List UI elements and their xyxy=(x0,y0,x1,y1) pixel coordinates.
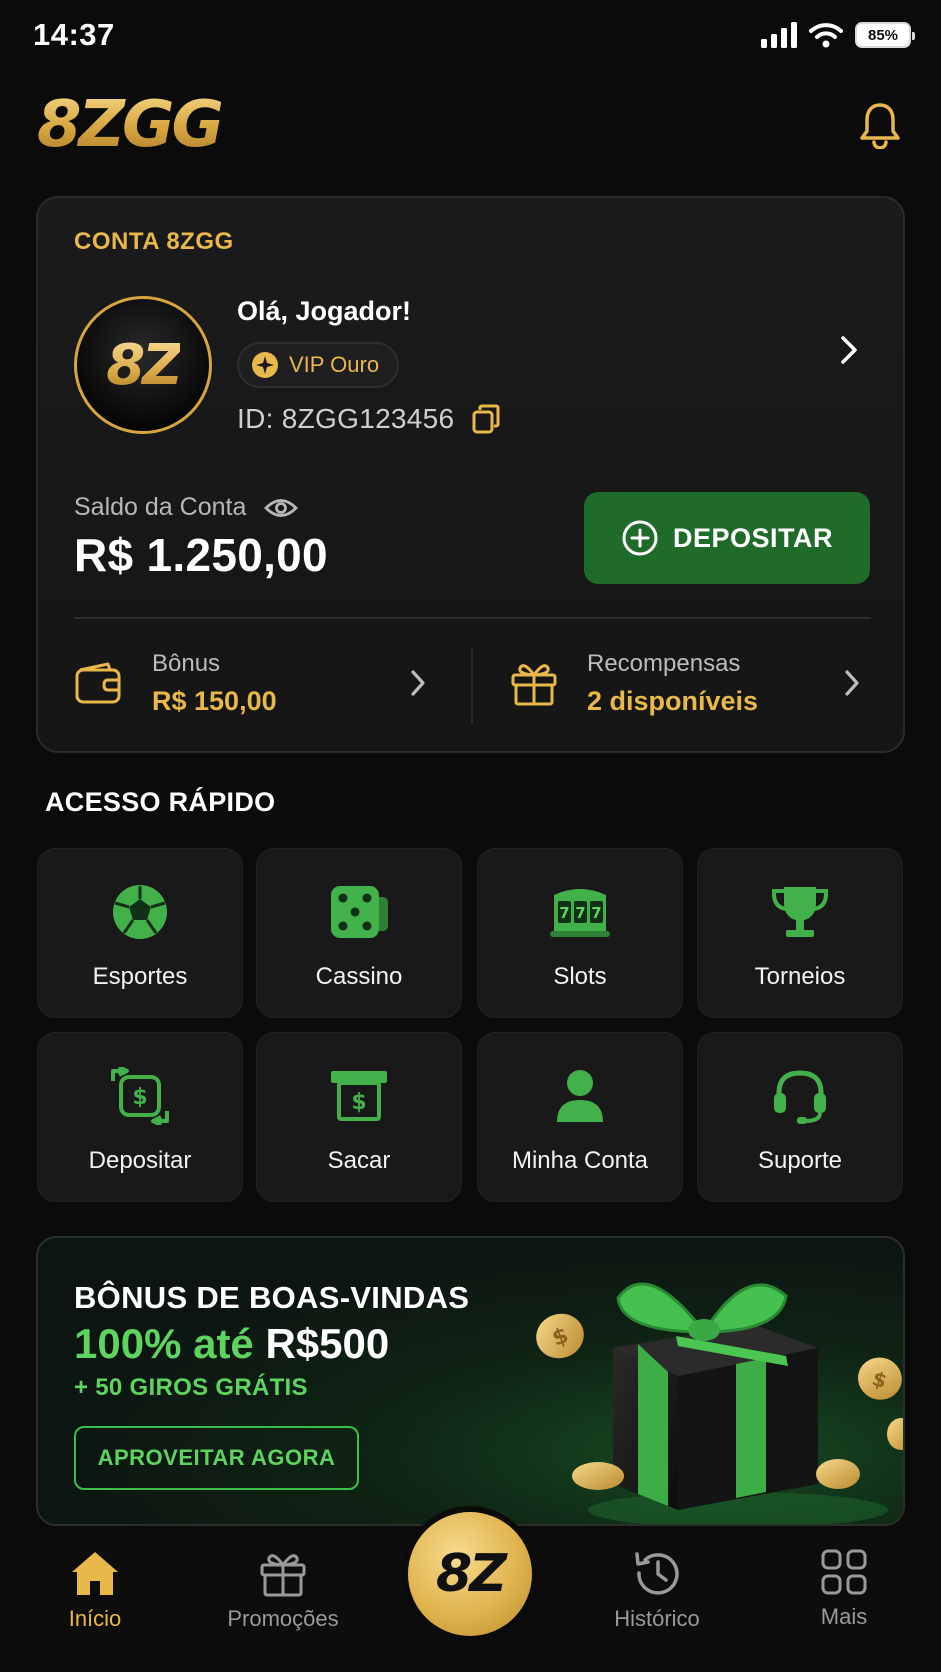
signal-icon xyxy=(761,22,797,48)
welcome-bonus-banner[interactable]: BÔNUS DE BOAS-VINDAS 100% até R$500 + 50… xyxy=(36,1236,905,1526)
svg-text:$: $ xyxy=(132,1085,147,1110)
nav-historico[interactable]: Histórico xyxy=(582,1548,732,1632)
status-bar: 14:37 85% xyxy=(0,0,941,70)
slot-machine-icon: 7 7 7 xyxy=(550,889,610,937)
dice-icon xyxy=(331,886,388,938)
quick-tile-label: Minha Conta xyxy=(511,1147,649,1174)
nav-promocoes-label: Promoções xyxy=(227,1606,339,1631)
user-id: ID: 8ZGG123456 xyxy=(237,403,455,434)
soccer-ball-icon xyxy=(113,885,167,939)
promo-amount: 100% até R$500 xyxy=(74,1320,389,1368)
history-icon xyxy=(635,1552,679,1595)
account-card: CONTA 8ZGG 8Z Olá, Jogador! VIP Ouro ID:… xyxy=(36,196,905,753)
quick-tile-esportes[interactable]: Esportes xyxy=(37,848,243,1018)
nav-inicio[interactable]: Início xyxy=(20,1548,170,1632)
nav-promocoes[interactable]: Promoções xyxy=(208,1548,358,1632)
battery-level: 85% xyxy=(867,26,899,44)
balance-value: R$ 1.250,00 xyxy=(74,529,328,581)
bonus-value: R$ 150,00 xyxy=(152,685,277,716)
promo-amount-green: 100% até xyxy=(74,1320,254,1367)
balance-label-row: Saldo da Conta xyxy=(74,493,299,522)
status-icons: 85% xyxy=(761,22,915,48)
svg-text:7: 7 xyxy=(559,904,569,922)
quick-tile-label: Cassino xyxy=(315,963,403,990)
deposit-button[interactable]: DEPOSITAR xyxy=(584,492,870,584)
deposit-button-label: DEPOSITAR xyxy=(672,522,833,553)
rewards-title: Recompensas xyxy=(587,649,741,677)
gift-box-illustration: $ $ xyxy=(536,1282,903,1524)
bonus-row[interactable]: Bônus R$ 150,00 xyxy=(74,633,437,733)
headset-icon xyxy=(774,1070,826,1124)
quick-tile-slots[interactable]: 7 7 7 Slots xyxy=(477,848,683,1018)
wifi-icon xyxy=(809,23,843,48)
nav-center-label: 8Z xyxy=(436,1544,507,1604)
rewards-chevron-icon xyxy=(845,670,859,696)
app-header: 8ZGG xyxy=(0,80,941,170)
avatar-text: 8Z xyxy=(106,332,183,398)
atm-withdraw-icon: $ xyxy=(331,1071,387,1121)
wallet-icon xyxy=(75,662,121,704)
rewards-row[interactable]: Recompensas 2 disponíveis xyxy=(509,633,871,733)
gift-icon xyxy=(260,1554,306,1597)
status-time: 14:37 xyxy=(33,17,115,52)
greeting: Olá, Jogador! xyxy=(237,296,412,326)
trophy-icon xyxy=(771,887,829,937)
brand-logo[interactable]: 8ZGG xyxy=(37,88,224,162)
svg-text:7: 7 xyxy=(575,904,585,922)
promo-spins: + 50 GIROS GRÁTIS xyxy=(74,1374,308,1401)
eye-icon[interactable] xyxy=(264,497,299,519)
claim-bonus-button[interactable]: APROVEITAR AGORA xyxy=(74,1426,359,1490)
vip-star-icon xyxy=(252,352,278,378)
quick-tile-sacar[interactable]: $ Sacar xyxy=(256,1032,462,1202)
deposit-exchange-icon: $ xyxy=(111,1067,169,1125)
quick-tile-label: Torneios xyxy=(754,963,846,990)
nav-mais[interactable]: Mais xyxy=(769,1548,919,1630)
bell-icon[interactable] xyxy=(859,101,901,149)
promo-amount-white: R$500 xyxy=(265,1320,390,1367)
nav-mais-label: Mais xyxy=(820,1604,868,1629)
quick-tile-cassino[interactable]: Cassino xyxy=(256,848,462,1018)
copy-icon[interactable] xyxy=(472,404,500,434)
quick-tile-label: Sacar xyxy=(327,1147,391,1174)
balance-label: Saldo da Conta xyxy=(74,493,247,521)
claim-bonus-button-label: APROVEITAR AGORA xyxy=(97,1445,336,1470)
quick-tile-label: Suporte xyxy=(757,1147,843,1174)
quick-tile-label: Depositar xyxy=(88,1147,192,1174)
quick-access-title: ACESSO RÁPIDO xyxy=(45,787,276,817)
quick-tile-label: Esportes xyxy=(92,963,188,990)
vip-badge[interactable]: VIP Ouro xyxy=(237,342,400,388)
bottom-nav: Início Promoções 8Z Histórico Mais xyxy=(0,1512,941,1672)
svg-text:$: $ xyxy=(351,1090,366,1115)
gift-icon xyxy=(511,664,557,706)
card-divider xyxy=(74,617,871,619)
user-icon xyxy=(557,1070,603,1122)
nav-historico-label: Histórico xyxy=(614,1606,700,1631)
quick-tile-suporte[interactable]: Suporte xyxy=(697,1032,903,1202)
svg-text:7: 7 xyxy=(591,904,601,922)
quick-tile-depositar[interactable]: $ Depositar xyxy=(37,1032,243,1202)
quick-tile-label: Slots xyxy=(553,963,607,990)
rewards-value: 2 disponíveis xyxy=(587,685,759,716)
quick-tile-minha-conta[interactable]: Minha Conta xyxy=(477,1032,683,1202)
bonus-chevron-icon xyxy=(411,670,425,696)
grid-icon xyxy=(821,1549,867,1595)
promo-title: BÔNUS DE BOAS-VINDAS xyxy=(74,1280,470,1315)
bonus-title: Bônus xyxy=(152,649,221,677)
avatar[interactable]: 8Z xyxy=(74,296,212,434)
quick-tile-torneios[interactable]: Torneios xyxy=(697,848,903,1018)
mini-divider xyxy=(471,648,473,724)
nav-inicio-label: Início xyxy=(68,1606,122,1631)
battery-indicator: 85% xyxy=(855,22,915,48)
plus-circle-icon xyxy=(622,520,658,556)
vip-label: VIP Ouro xyxy=(289,352,380,377)
user-id-row: ID: 8ZGG123456 xyxy=(237,403,500,435)
home-icon xyxy=(72,1552,118,1595)
profile-chevron-icon[interactable] xyxy=(839,334,859,366)
account-card-label: CONTA 8ZGG xyxy=(74,228,234,255)
nav-center-home-button[interactable]: 8Z xyxy=(408,1512,532,1636)
